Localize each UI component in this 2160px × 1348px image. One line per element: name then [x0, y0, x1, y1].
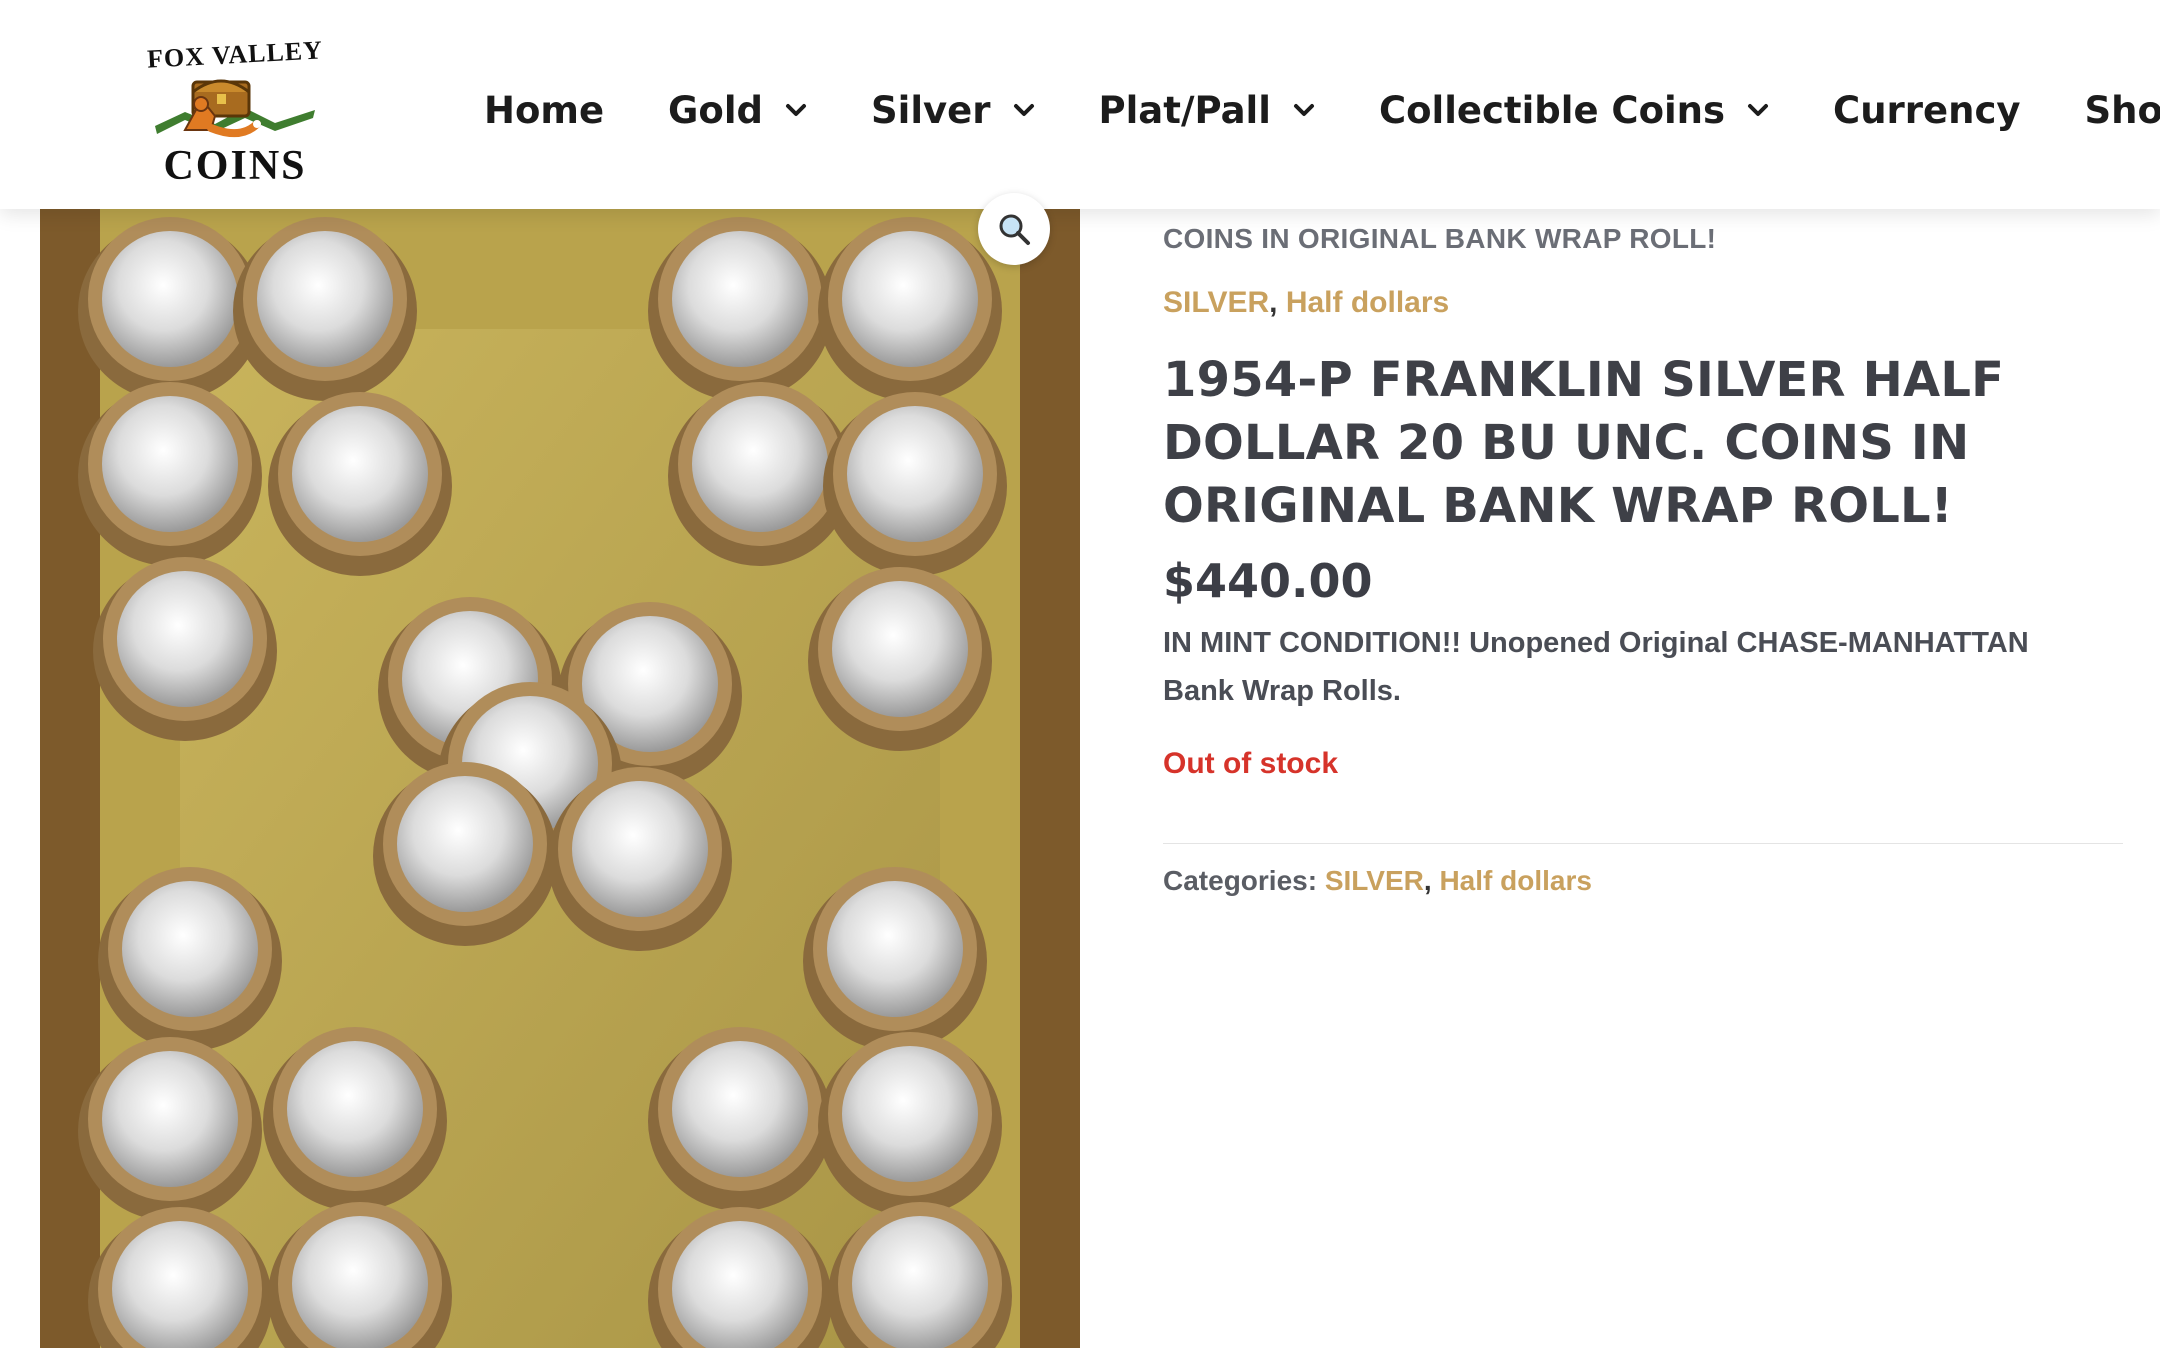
meta-category-link-silver[interactable]: SILVER [1325, 865, 1424, 896]
coin-face [122, 881, 258, 1017]
coin-face [672, 231, 808, 367]
coin-face [257, 231, 393, 367]
magnifier-icon [999, 214, 1030, 245]
coin-face [572, 781, 708, 917]
divider [1163, 843, 2123, 844]
coin-face [832, 581, 968, 717]
coin-face [672, 1041, 808, 1177]
meta-category-separator: , [1423, 865, 1432, 896]
category-link-half-dollars[interactable]: Half dollars [1286, 286, 1449, 319]
coin-face [117, 571, 253, 707]
nav-shop[interactable]: Shop [2085, 89, 2160, 132]
coin-face [292, 406, 428, 542]
coin-rolls-photo [40, 209, 1080, 1348]
nav-plat-pall[interactable]: Plat/Pall [1099, 89, 1315, 132]
fox-treasure-chest-icon [155, 79, 315, 138]
nav-shop-label: Shop [2084, 88, 2160, 132]
zoom-button[interactable] [978, 193, 1050, 265]
coin-face [292, 1216, 428, 1348]
nav-silver[interactable]: Silver [871, 89, 1034, 132]
nav-home[interactable]: Home [484, 89, 604, 132]
meta-categories-label: Categories: [1163, 865, 1318, 896]
nav-currency[interactable]: Currency [1833, 89, 2020, 132]
coin-face [692, 396, 828, 532]
coin-face [102, 396, 238, 532]
product-price: $440.00 [1163, 554, 1373, 608]
nav-plat-pall-label: Plat/Pall [1098, 88, 1271, 132]
nav-gold[interactable]: Gold [668, 89, 807, 132]
chevron-down-icon [785, 103, 807, 117]
category-link-silver[interactable]: SILVER [1163, 286, 1269, 319]
stock-status: Out of stock [1163, 747, 1339, 780]
coin-face [827, 881, 963, 1017]
nav-currency-label: Currency [1833, 88, 2021, 132]
breadcrumb: COINS IN ORIGINAL BANK WRAP ROLL! [1163, 223, 1717, 254]
category-separator: , [1269, 286, 1278, 319]
logo-bottom-text: COINS [163, 143, 307, 189]
nav-collectible-coins[interactable]: Collectible Coins [1379, 89, 1769, 132]
nav-silver-label: Silver [871, 88, 991, 132]
product-meta: Categories: SILVER, Half dollars [1163, 865, 1592, 897]
site-header: FOX VALLEY COINS Home Gold Silver Plat/P… [0, 0, 2160, 209]
nav-gold-label: Gold [668, 88, 764, 132]
coin-face [842, 231, 978, 367]
product-description: IN MINT CONDITION!! Unopened Original CH… [1163, 627, 2029, 707]
coin-face [847, 406, 983, 542]
product-categories: SILVER, Half dollars [1163, 286, 1449, 320]
chevron-down-icon [1293, 103, 1315, 117]
product-title: 1954-P FRANKLIN SILVER HALF DOLLAR 20 BU… [1163, 352, 2005, 534]
meta-category-link-half-dollars[interactable]: Half dollars [1439, 865, 1591, 896]
main-nav: Home Gold Silver Plat/Pall Collectible C… [484, 85, 2160, 135]
coin-face [852, 1216, 988, 1348]
nav-collectible-coins-label: Collectible Coins [1378, 88, 1726, 132]
chevron-down-icon [1747, 103, 1769, 117]
coin-face [397, 776, 533, 912]
coin-face [102, 1051, 238, 1187]
nav-home-label: Home [484, 88, 605, 132]
coin-face [842, 1046, 978, 1182]
coin-face [287, 1041, 423, 1177]
chevron-down-icon [1013, 103, 1035, 117]
product-image[interactable] [40, 209, 1080, 1348]
coin-face [102, 231, 238, 367]
site-logo[interactable]: FOX VALLEY COINS [145, 35, 325, 190]
